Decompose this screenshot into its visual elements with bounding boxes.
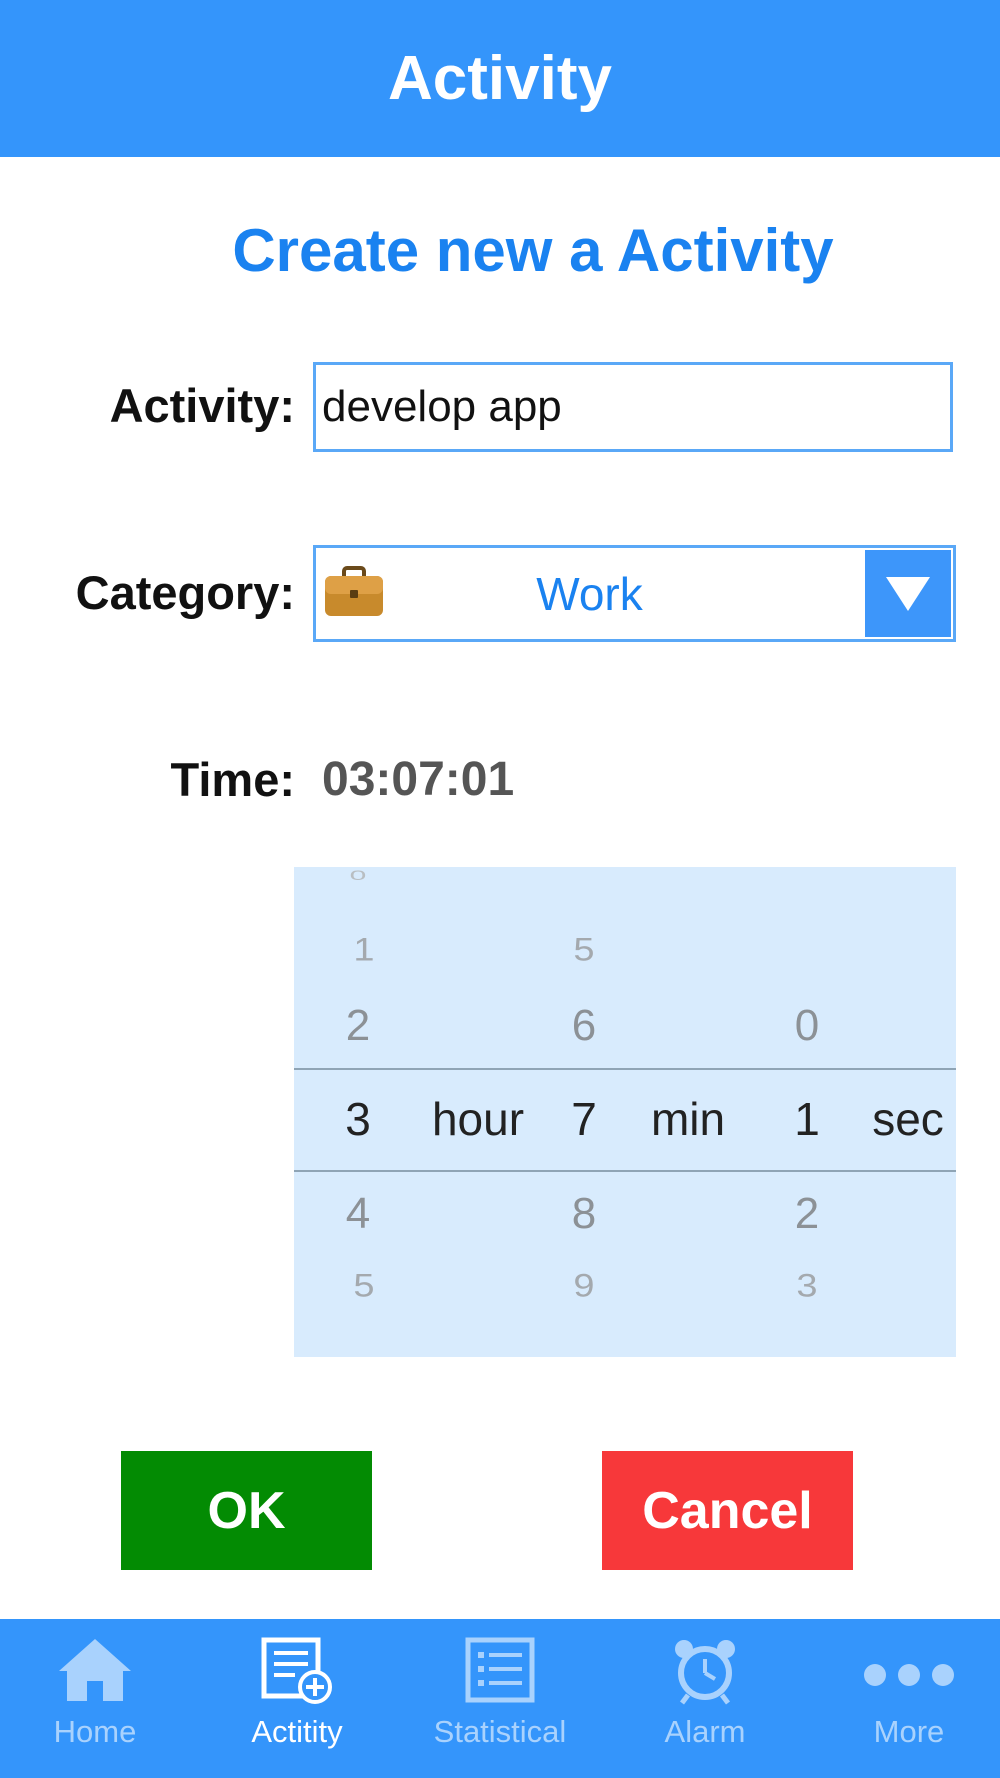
cancel-button[interactable]: Cancel bbox=[602, 1451, 853, 1570]
picker-hour-faded: 0 bbox=[349, 868, 367, 884]
chevron-down-icon bbox=[886, 576, 930, 611]
tab-home-label: Home bbox=[53, 1714, 137, 1749]
picker-sec-below2[interactable]: 3 bbox=[796, 1268, 817, 1305]
tab-more[interactable]: More bbox=[809, 1619, 1000, 1778]
tab-alarm-label: Alarm bbox=[664, 1714, 746, 1749]
duration-picker[interactable]: 0 1 2 3 4 5 hour 5 6 7 8 9 min 0 1 2 3 s… bbox=[294, 867, 956, 1357]
tab-alarm[interactable]: Alarm bbox=[605, 1619, 805, 1778]
activity-input[interactable]: develop app bbox=[313, 362, 953, 452]
picker-selection-top-line bbox=[294, 1068, 956, 1070]
list-icon bbox=[465, 1637, 535, 1703]
ok-button[interactable]: OK bbox=[121, 1451, 372, 1570]
picker-min-selected[interactable]: 7 bbox=[571, 1092, 597, 1146]
category-select[interactable]: Work bbox=[313, 545, 956, 642]
alarm-clock-icon bbox=[675, 1640, 735, 1705]
category-value: Work bbox=[536, 567, 643, 620]
top-nav-bar: Activity bbox=[0, 0, 1000, 157]
picker-min-unit: min bbox=[650, 1093, 726, 1145]
picker-min-above2[interactable]: 5 bbox=[573, 932, 594, 969]
picker-min-above1[interactable]: 6 bbox=[572, 1001, 596, 1051]
form-heading: Create new a Activity bbox=[232, 217, 834, 284]
picker-hour-below1[interactable]: 4 bbox=[346, 1189, 370, 1239]
activity-input-value: develop app bbox=[322, 382, 562, 431]
picker-hour-selected[interactable]: 3 bbox=[345, 1092, 371, 1146]
bottom-tab-bar: Home Actitity Statistical Alarm More bbox=[0, 1619, 1000, 1778]
picker-sec-selected[interactable]: 1 bbox=[794, 1092, 820, 1146]
category-dropdown-button[interactable] bbox=[865, 550, 951, 637]
more-dots-icon bbox=[864, 1664, 954, 1686]
picker-hour-below2[interactable]: 5 bbox=[353, 1268, 374, 1305]
picker-sec-unit: sec bbox=[872, 1093, 944, 1145]
tab-activity-label: Actitity bbox=[251, 1714, 343, 1749]
tab-more-label: More bbox=[873, 1714, 945, 1749]
picker-min-below1[interactable]: 8 bbox=[572, 1189, 596, 1239]
tab-statistical-label: Statistical bbox=[433, 1714, 567, 1749]
tab-statistical[interactable]: Statistical bbox=[400, 1619, 600, 1778]
tab-home[interactable]: Home bbox=[0, 1619, 195, 1778]
time-value: 03:07:01 bbox=[322, 753, 515, 806]
activity-label: Activity: bbox=[109, 379, 295, 432]
time-label: Time: bbox=[170, 753, 296, 806]
page-title: Activity bbox=[388, 44, 612, 113]
tab-activity[interactable]: Actitity bbox=[197, 1619, 397, 1778]
picker-sec-above1[interactable]: 0 bbox=[795, 1001, 819, 1051]
picker-sec-below1[interactable]: 2 bbox=[795, 1189, 819, 1239]
add-document-icon bbox=[261, 1637, 332, 1704]
picker-hour-above1[interactable]: 2 bbox=[346, 1001, 370, 1051]
picker-hour-unit: hour bbox=[431, 1093, 525, 1145]
category-label: Category: bbox=[75, 566, 295, 619]
picker-hour-above2[interactable]: 1 bbox=[353, 932, 374, 969]
picker-selection-bottom-line bbox=[294, 1170, 956, 1172]
picker-min-below2[interactable]: 9 bbox=[573, 1268, 594, 1305]
home-icon bbox=[59, 1639, 131, 1701]
